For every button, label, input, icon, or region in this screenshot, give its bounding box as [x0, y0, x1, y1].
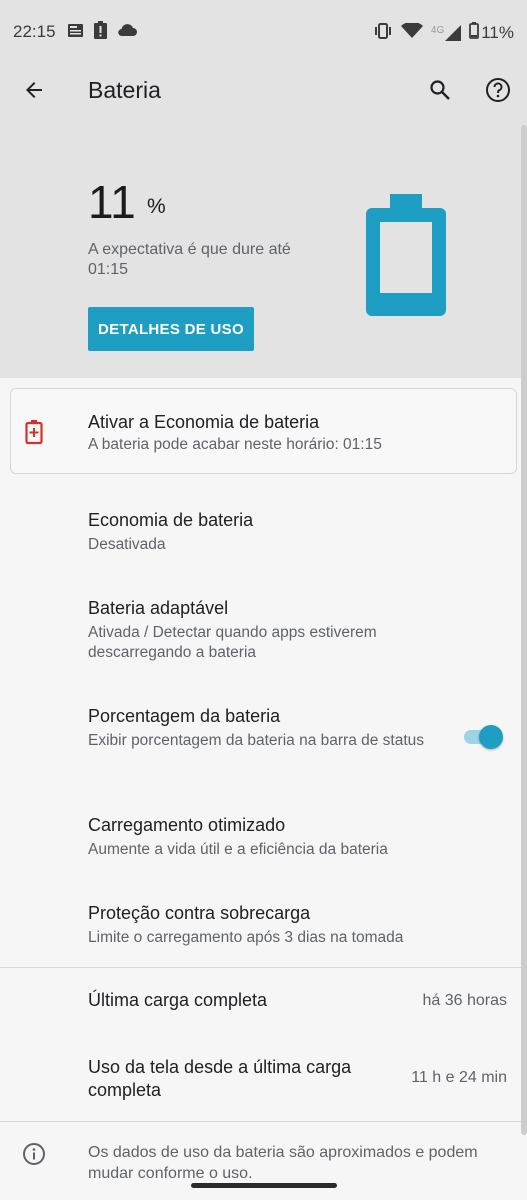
- app-bar: Bateria: [0, 64, 527, 120]
- battery-level-icon: [364, 194, 448, 323]
- section-divider: [0, 1121, 521, 1122]
- vibrate-icon: [373, 22, 393, 44]
- battery-percent-sign: %: [147, 195, 166, 218]
- battery-percentage-toggle[interactable]: [464, 725, 504, 749]
- setting-subtitle: Exibir porcentagem da bateria na barra d…: [88, 732, 425, 749]
- setting-subtitle: Limite o carregamento após 3 dias na tom…: [88, 929, 404, 946]
- battery-estimate: A expectativa é que dure até 01:15: [88, 241, 291, 278]
- info-icon: [22, 1142, 46, 1171]
- setting-overcharge-protection[interactable]: Proteção contra sobrecarga Limite o carr…: [88, 903, 488, 948]
- status-bar: 22:15 4G 11%: [0, 0, 527, 64]
- battery-summary: 11 % A expectativa é que dure até 01:15 …: [0, 120, 527, 378]
- setting-title: Proteção contra sobrecarga: [88, 903, 311, 923]
- status-right-icons: 4G 11%: [373, 21, 514, 44]
- battery-level-fill: [380, 293, 432, 302]
- back-button[interactable]: [18, 76, 50, 108]
- signal-4g-icon: 4G: [430, 25, 462, 41]
- usage-last-full-charge: Última carga completa: [88, 990, 388, 1011]
- battery-plus-icon: [25, 419, 43, 450]
- page-title: Bateria: [88, 77, 161, 103]
- search-button[interactable]: [424, 76, 456, 108]
- help-icon: [485, 77, 511, 108]
- setting-subtitle: Aumente a vida útil e a eficiência da ba…: [88, 841, 388, 858]
- status-time: 22:15: [13, 22, 56, 41]
- saver-suggestion-subtitle: A bateria pode acabar neste horário: 01:…: [88, 436, 382, 453]
- network-label: 4G: [430, 25, 445, 36]
- setting-battery-percentage[interactable]: Porcentagem da bateria Exibir porcentage…: [88, 706, 433, 751]
- gesture-nav-handle[interactable]: [191, 1183, 337, 1188]
- battery-saver-suggestion-card[interactable]: Ativar a Economia de bateria A bateria p…: [10, 388, 517, 474]
- usage-details-button[interactable]: DETALHES DE USO: [88, 307, 254, 351]
- saver-suggestion-title: Ativar a Economia de bateria: [88, 412, 320, 432]
- battery-status: 11%: [469, 22, 514, 44]
- news-icon: [67, 22, 84, 44]
- usage-label: Última carga completa: [88, 990, 268, 1010]
- alert-icon: [94, 21, 107, 44]
- usage-value: 11 h e 24 min: [411, 1069, 507, 1086]
- setting-optimized-charging[interactable]: Carregamento otimizado Aumente a vida út…: [88, 815, 488, 860]
- setting-subtitle: Ativada / Detectar quando apps estiverem…: [88, 624, 377, 661]
- wifi-icon: [400, 21, 423, 44]
- toggle-thumb: [479, 725, 503, 749]
- footer-info-text: Os dados de uso da bateria são aproximad…: [88, 1144, 478, 1182]
- battery-icon: [469, 22, 480, 44]
- status-left-icons: [67, 21, 137, 44]
- setting-title: Porcentagem da bateria: [88, 706, 281, 726]
- scrollbar[interactable]: [521, 125, 527, 1135]
- battery-percent-text: 11%: [481, 23, 514, 42]
- battery-percent-value: 11: [88, 176, 136, 228]
- help-button[interactable]: [482, 76, 514, 108]
- setting-title: Bateria adaptável: [88, 598, 229, 618]
- setting-title: Economia de bateria: [88, 510, 254, 530]
- cloud-icon: [117, 23, 137, 42]
- usage-label: Uso da tela desde a última carga complet…: [88, 1057, 352, 1100]
- setting-title: Carregamento otimizado: [88, 815, 286, 835]
- usage-screen-time: Uso da tela desde a última carga complet…: [88, 1056, 388, 1102]
- setting-subtitle: Desativada: [88, 536, 166, 553]
- usage-value: há 36 horas: [422, 992, 507, 1009]
- arrow-back-icon: [22, 78, 46, 107]
- search-icon: [428, 78, 452, 107]
- setting-battery-saver[interactable]: Economia de bateria Desativada: [88, 510, 488, 555]
- setting-adaptive-battery[interactable]: Bateria adaptável Ativada / Detectar qua…: [88, 598, 448, 663]
- section-divider: [0, 967, 521, 968]
